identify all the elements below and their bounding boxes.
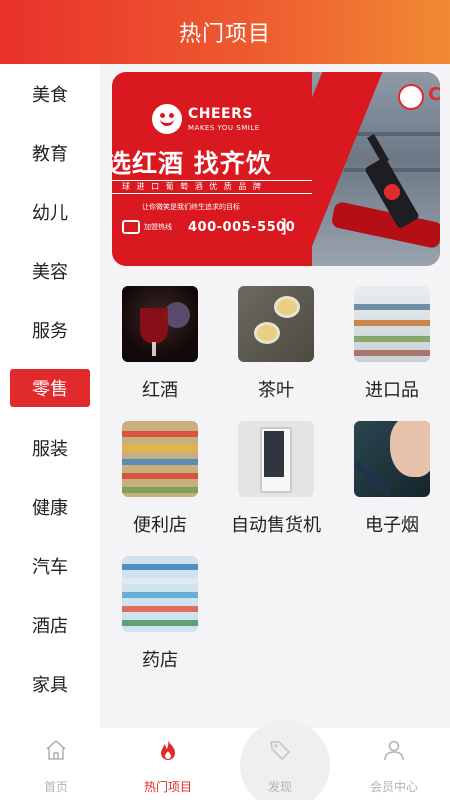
phone-icon — [122, 220, 140, 234]
sidebar-item-label: 教育 — [32, 144, 68, 165]
flame-icon — [156, 738, 180, 762]
category-tile-e-cigarette[interactable]: 电子烟 — [337, 421, 447, 541]
sidebar-item-food[interactable]: 美食 — [0, 74, 100, 114]
sidebar-item-label: 美食 — [32, 85, 68, 106]
sidebar-item-furniture[interactable]: 家具 — [0, 664, 100, 704]
sidebar-item-clothing[interactable]: 服装 — [0, 428, 100, 468]
category-tile-label: 自动售货机 — [231, 515, 321, 536]
category-tile-red-wine[interactable]: 红酒 — [105, 286, 215, 406]
tab-discover[interactable]: 发现 — [224, 728, 336, 800]
sidebar-item-label: 家具 — [32, 675, 68, 696]
category-sidebar: 美食 教育 幼儿 美容 服务 零售 服装 健康 汽车 酒店 家具 — [0, 64, 100, 728]
sidebar-item-education[interactable]: 教育 — [0, 133, 100, 173]
sidebar-item-label: 服务 — [32, 321, 68, 342]
tab-label: 首页 — [43, 780, 68, 794]
tag-icon — [268, 738, 292, 762]
sidebar-item-label: 零售 — [32, 379, 68, 400]
sidebar-item-label: 美容 — [32, 262, 68, 283]
sidebar-item-retail[interactable]: 零售 — [10, 369, 90, 407]
category-tile-tea[interactable]: 茶叶 — [221, 286, 331, 406]
category-content: C CHEERS MAKES YOU SMILE 选红酒 找齐饮 球 进 口 葡… — [100, 64, 450, 728]
sidebar-item-auto[interactable]: 汽车 — [0, 546, 100, 586]
convenience-store-photo — [122, 421, 198, 497]
sidebar-item-label: 服装 — [32, 439, 68, 460]
smile-logo-icon — [152, 104, 182, 134]
tab-label: 会员中心 — [369, 780, 418, 794]
tab-home[interactable]: 首页 — [0, 728, 112, 800]
e-cigarette-photo — [354, 421, 430, 497]
category-tile-label: 进口品 — [365, 380, 419, 401]
category-tile-label: 茶叶 — [258, 380, 294, 401]
tab-label: 热门项目 — [143, 780, 192, 794]
sidebar-item-service[interactable]: 服务 — [0, 310, 100, 350]
tab-hot-projects[interactable]: 热门项目 — [112, 728, 224, 800]
banner-slogan: 让你微笑是我们终生追求的目标 — [142, 203, 240, 211]
promo-banner[interactable]: C CHEERS MAKES YOU SMILE 选红酒 找齐饮 球 进 口 葡… — [112, 72, 440, 266]
sidebar-item-label: 幼儿 — [32, 203, 68, 224]
import-store-photo — [354, 286, 430, 362]
sidebar-item-beauty[interactable]: 美容 — [0, 251, 100, 291]
tab-member-center[interactable]: 会员中心 — [338, 728, 450, 800]
tab-label: 发现 — [267, 780, 292, 794]
category-tile-convenience-store[interactable]: 便利店 — [105, 421, 215, 541]
sidebar-item-health[interactable]: 健康 — [0, 487, 100, 527]
home-icon — [44, 738, 68, 762]
wine-glass-photo — [122, 286, 198, 362]
category-tile-vending-machine[interactable]: 自动售货机 — [221, 421, 331, 541]
pharmacy-photo — [122, 556, 198, 632]
sidebar-item-hotel[interactable]: 酒店 — [0, 605, 100, 645]
category-tile-label: 红酒 — [142, 380, 178, 401]
banner-headline: 选红酒 找齐饮 — [112, 149, 272, 178]
sidebar-item-label: 酒店 — [32, 616, 68, 637]
app-header: 热门项目 — [0, 0, 450, 64]
category-tile-imports[interactable]: 进口品 — [337, 286, 447, 406]
banner-brand-sub: MAKES YOU SMILE — [188, 124, 260, 132]
category-tile-label: 电子烟 — [365, 515, 419, 536]
sidebar-item-label: 健康 — [32, 498, 68, 519]
banner-smile-logo-icon — [398, 84, 424, 110]
banner-sign-text: C — [428, 84, 440, 105]
category-tile-pharmacy[interactable]: 药店 — [105, 556, 215, 676]
banner-tagline: 球 进 口 葡 萄 酒 优 质 品 牌 — [112, 180, 312, 194]
user-icon — [382, 738, 406, 762]
banner-brand: CHEERS — [188, 106, 253, 122]
banner-bracket: ] — [280, 216, 288, 237]
banner-phone-label: 加盟热线 — [144, 223, 172, 231]
sidebar-item-children[interactable]: 幼儿 — [0, 192, 100, 232]
vending-machine-photo — [238, 421, 314, 497]
sidebar-item-label: 汽车 — [32, 557, 68, 578]
page-title: 热门项目 — [178, 22, 271, 47]
category-tile-label: 便利店 — [133, 515, 187, 536]
category-tile-label: 药店 — [142, 650, 178, 671]
tea-cups-photo — [238, 286, 314, 362]
